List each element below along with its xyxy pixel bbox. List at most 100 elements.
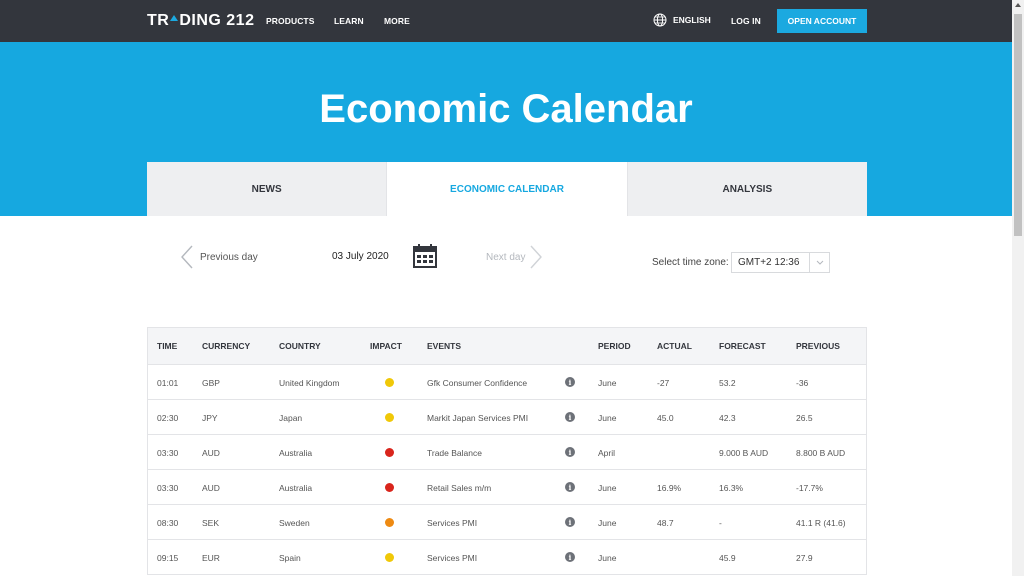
cell-previous: -17.7% [796, 483, 823, 493]
scrollbar-thumb[interactable] [1014, 14, 1022, 236]
header-forecast: FORECAST [719, 341, 766, 351]
cell-currency: AUD [202, 483, 220, 493]
nav-products[interactable]: PRODUCTS [266, 16, 315, 26]
cell-previous: 8.800 B AUD [796, 448, 846, 458]
cell-event: Trade Balance [427, 448, 482, 458]
table-row[interactable]: 02:30 JPY Japan Markit Japan Services PM… [148, 400, 866, 435]
next-day-button[interactable]: Next day [486, 245, 543, 269]
cell-currency: JPY [202, 413, 218, 423]
login-link[interactable]: LOG IN [731, 16, 761, 26]
cell-forecast: 9.000 B AUD [719, 448, 769, 458]
page-scrollbar[interactable] [1012, 0, 1024, 576]
timezone-value: GMT+2 12:36 [738, 257, 800, 268]
cell-time: 03:30 [157, 483, 179, 493]
table-header: TIME CURRENCY COUNTRY IMPACT EVENTS PERI… [148, 328, 866, 365]
cell-period: June [598, 518, 617, 528]
header-country: COUNTRY [279, 341, 321, 351]
cell-previous: 27.9 [796, 553, 813, 563]
cell-time: 01:01 [157, 378, 179, 388]
cell-currency: EUR [202, 553, 220, 563]
logo-caret [170, 14, 179, 21]
cell-country: Japan [279, 413, 303, 423]
cell-time: 02:30 [157, 413, 179, 423]
cell-actual: 45.0 [657, 413, 674, 423]
impact-dot [385, 448, 394, 457]
table-row[interactable]: 03:30 AUD Australia Retail Sales m/m i J… [148, 470, 866, 505]
cell-country: Spain [279, 553, 301, 563]
language-selector[interactable]: ENGLISH [653, 13, 711, 27]
cell-previous: 41.1 R (41.6) [796, 518, 846, 528]
trading212-logo[interactable]: TR DING 212 [147, 12, 254, 30]
cell-period: April [598, 448, 616, 458]
impact-dot [385, 518, 394, 527]
header-period: PERIOD [598, 341, 631, 351]
nav-more[interactable]: MORE [384, 16, 410, 26]
cell-event: Markit Japan Services PMI [427, 413, 529, 423]
cell-country: Australia [279, 448, 313, 458]
cell-event: Gfk Consumer Confidence [427, 378, 528, 388]
selected-date: 03 July 2020 [332, 251, 389, 262]
cell-forecast: 53.2 [719, 378, 736, 388]
header-events: EVENTS [427, 341, 462, 351]
table-row[interactable]: 01:01 GBP United Kingdom Gfk Consumer Co… [148, 365, 866, 400]
economic-calendar-table: TIME CURRENCY COUNTRY IMPACT EVENTS PERI… [147, 327, 867, 575]
table-row[interactable]: 03:30 AUD Australia Trade Balance i Apri… [148, 435, 866, 470]
cell-time: 08:30 [157, 518, 179, 528]
cell-previous: 26.5 [796, 413, 813, 423]
header-impact: IMPACT [370, 341, 402, 351]
cell-country: United Kingdom [279, 378, 340, 388]
table-row[interactable]: 09:15 EUR Spain Services PMI i June 45.9… [148, 540, 866, 575]
info-icon[interactable]: i [565, 552, 575, 562]
cell-forecast: 16.3% [719, 483, 744, 493]
cell-event: Services PMI [427, 518, 478, 528]
cell-event: Services PMI [427, 553, 478, 563]
logo-text-start: TR [147, 12, 170, 29]
impact-dot [385, 553, 394, 562]
cell-period: June [598, 378, 617, 388]
nav-learn[interactable]: LEARN [334, 16, 364, 26]
scroll-up-arrow-icon[interactable] [1015, 3, 1021, 7]
info-icon[interactable]: i [565, 377, 575, 387]
chevron-down-icon [809, 253, 829, 272]
cell-forecast: - [719, 518, 722, 528]
cell-forecast: 42.3 [719, 413, 736, 423]
header-actual: ACTUAL [657, 341, 692, 351]
tab-economic-calendar[interactable]: ECONOMIC CALENDAR [387, 162, 628, 216]
cell-period: June [598, 483, 617, 493]
page-title: Economic Calendar [319, 87, 693, 131]
previous-day-label: Previous day [200, 251, 258, 263]
language-label: ENGLISH [673, 15, 711, 25]
previous-day-button[interactable]: Previous day [180, 245, 258, 269]
chevron-left-icon [181, 245, 193, 269]
globe-icon [653, 13, 667, 27]
info-icon[interactable]: i [565, 482, 575, 492]
info-icon[interactable]: i [565, 412, 575, 422]
cell-actual: 16.9% [657, 483, 682, 493]
cell-period: June [598, 553, 617, 563]
impact-dot [385, 413, 394, 422]
impact-dot [385, 378, 394, 387]
cell-currency: SEK [202, 518, 220, 528]
cell-currency: AUD [202, 448, 220, 458]
info-icon[interactable]: i [565, 517, 575, 527]
cell-actual: -27 [657, 378, 670, 388]
header-previous: PREVIOUS [796, 341, 840, 351]
header-currency: CURRENCY [202, 341, 251, 351]
logo-text-end: DING 212 [179, 12, 255, 29]
cell-country: Australia [279, 483, 313, 493]
top-navigation: TR DING 212 PRODUCTS LEARN MORE ENGLISH L… [0, 0, 1012, 42]
timezone-select[interactable]: GMT+2 12:36 [731, 252, 830, 273]
info-icon[interactable]: i [565, 447, 575, 457]
timezone-label: Select time zone: [652, 257, 729, 268]
impact-dot [385, 483, 394, 492]
tab-analysis[interactable]: ANALYSIS [627, 162, 867, 216]
table-row[interactable]: 08:30 SEK Sweden Services PMI i June 48.… [148, 505, 866, 540]
cell-time: 09:15 [157, 553, 179, 563]
tab-news[interactable]: NEWS [147, 162, 388, 216]
cell-time: 03:30 [157, 448, 179, 458]
cell-previous: -36 [796, 378, 809, 388]
open-account-button[interactable]: OPEN ACCOUNT [777, 9, 867, 33]
calendar-icon[interactable] [413, 244, 437, 273]
cell-country: Sweden [279, 518, 310, 528]
header-time: TIME [157, 341, 178, 351]
